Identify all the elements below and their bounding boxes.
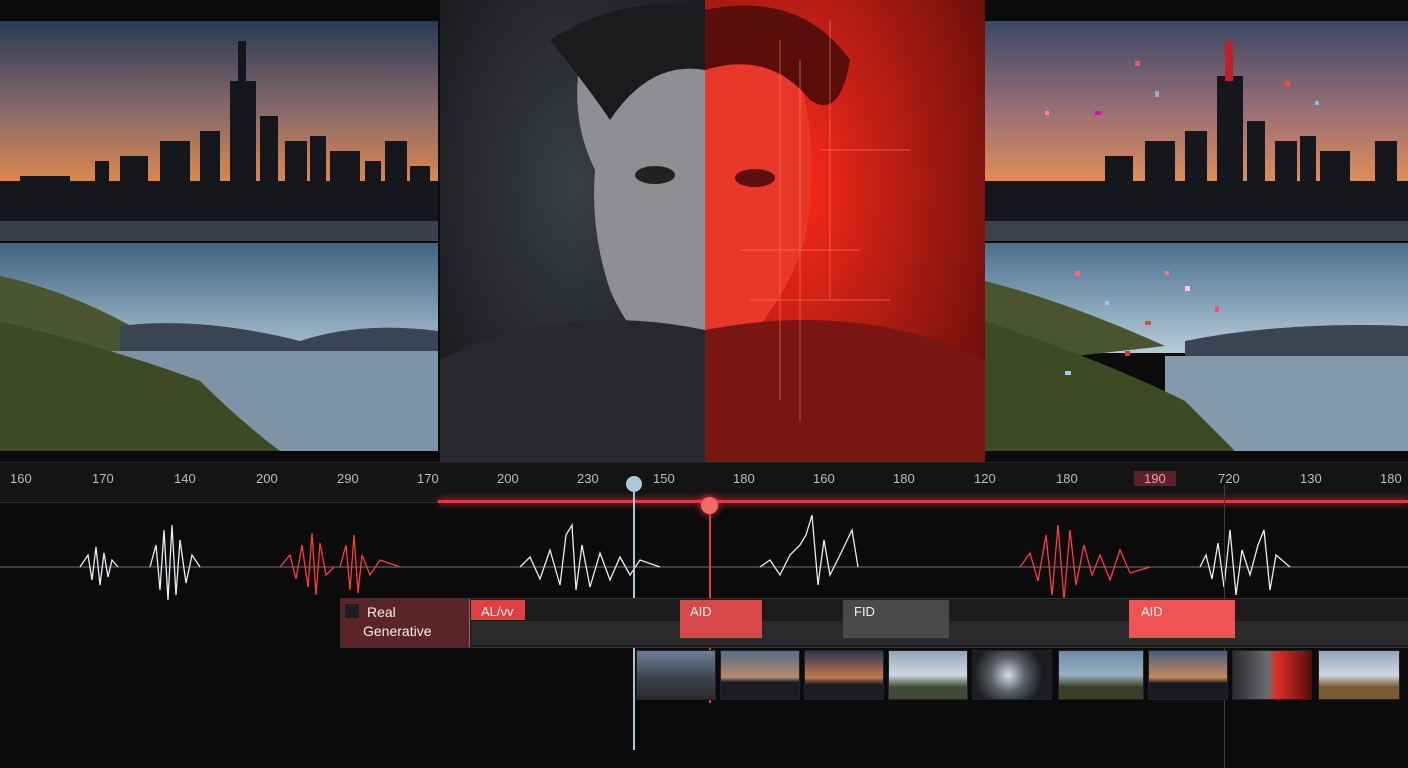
thumbnail-frame[interactable]	[804, 650, 884, 700]
ruler-tick: 150	[653, 471, 675, 486]
glitched-city-lake-image	[985, 21, 1408, 451]
clip-label: AID	[690, 604, 712, 619]
thumbnail-frame[interactable]	[1058, 650, 1144, 700]
generative-range-track[interactable]	[438, 500, 1408, 503]
clip-label: FID	[854, 604, 875, 619]
ruler-tick: 200	[497, 471, 519, 486]
thumbnail-strip[interactable]	[636, 650, 1408, 700]
thumbnail-frame[interactable]	[636, 650, 716, 700]
face-split-image	[440, 0, 985, 462]
track-label-box[interactable]: Real Generative	[341, 599, 470, 647]
ruler-tick: 160	[10, 471, 32, 486]
clip-label: AL/νv	[481, 604, 514, 619]
square-swatch-icon	[345, 604, 359, 618]
generative-preview-panel	[985, 21, 1408, 451]
ruler-tick: 230	[577, 471, 599, 486]
city-lake-image	[0, 21, 438, 451]
ruler-tick: 180	[1380, 471, 1402, 486]
timeline-ruler[interactable]: 160 170 140 200 290 170 200 230 150 180 …	[0, 462, 1408, 503]
ruler-tick: 170	[92, 471, 114, 486]
ruler-tick: 160	[813, 471, 835, 486]
thumbnail-frame[interactable]	[888, 650, 968, 700]
thumbnail-frame[interactable]	[1148, 650, 1228, 700]
thumbnail-frame[interactable]	[1318, 650, 1400, 700]
real-preview-panel	[0, 21, 438, 451]
clip-alnv[interactable]: AL/νv	[471, 600, 525, 620]
clip-aid-2[interactable]: AID	[1129, 600, 1235, 638]
ruler-tick: 180	[893, 471, 915, 486]
ruler-tick: 720	[1218, 471, 1240, 486]
thumbnail-frame[interactable]	[1232, 650, 1312, 700]
portrait-comparison-panel	[440, 0, 985, 462]
clip-fid[interactable]: FID	[843, 600, 949, 638]
real-label: Real	[367, 604, 396, 620]
ruler-tick: 130	[1300, 471, 1322, 486]
ruler-tick-highlighted: 190	[1134, 471, 1176, 486]
real-playhead-handle[interactable]	[626, 476, 642, 492]
thumbnail-frame[interactable]	[720, 650, 800, 700]
ruler-tick: 290	[337, 471, 359, 486]
ruler-tick: 170	[417, 471, 439, 486]
generative-label: Generative	[363, 623, 432, 639]
thumbnail-frame[interactable]	[972, 650, 1052, 700]
ruler-tick: 140	[174, 471, 196, 486]
clip-aid[interactable]: AID	[680, 600, 762, 638]
ruler-tick: 180	[733, 471, 755, 486]
ruler-tick: 120	[974, 471, 996, 486]
clip-label: AID	[1141, 604, 1163, 619]
generative-playhead-handle[interactable]	[701, 497, 718, 514]
ruler-tick: 200	[256, 471, 278, 486]
ruler-tick: 180	[1056, 471, 1078, 486]
audio-waveform[interactable]	[0, 505, 1408, 605]
